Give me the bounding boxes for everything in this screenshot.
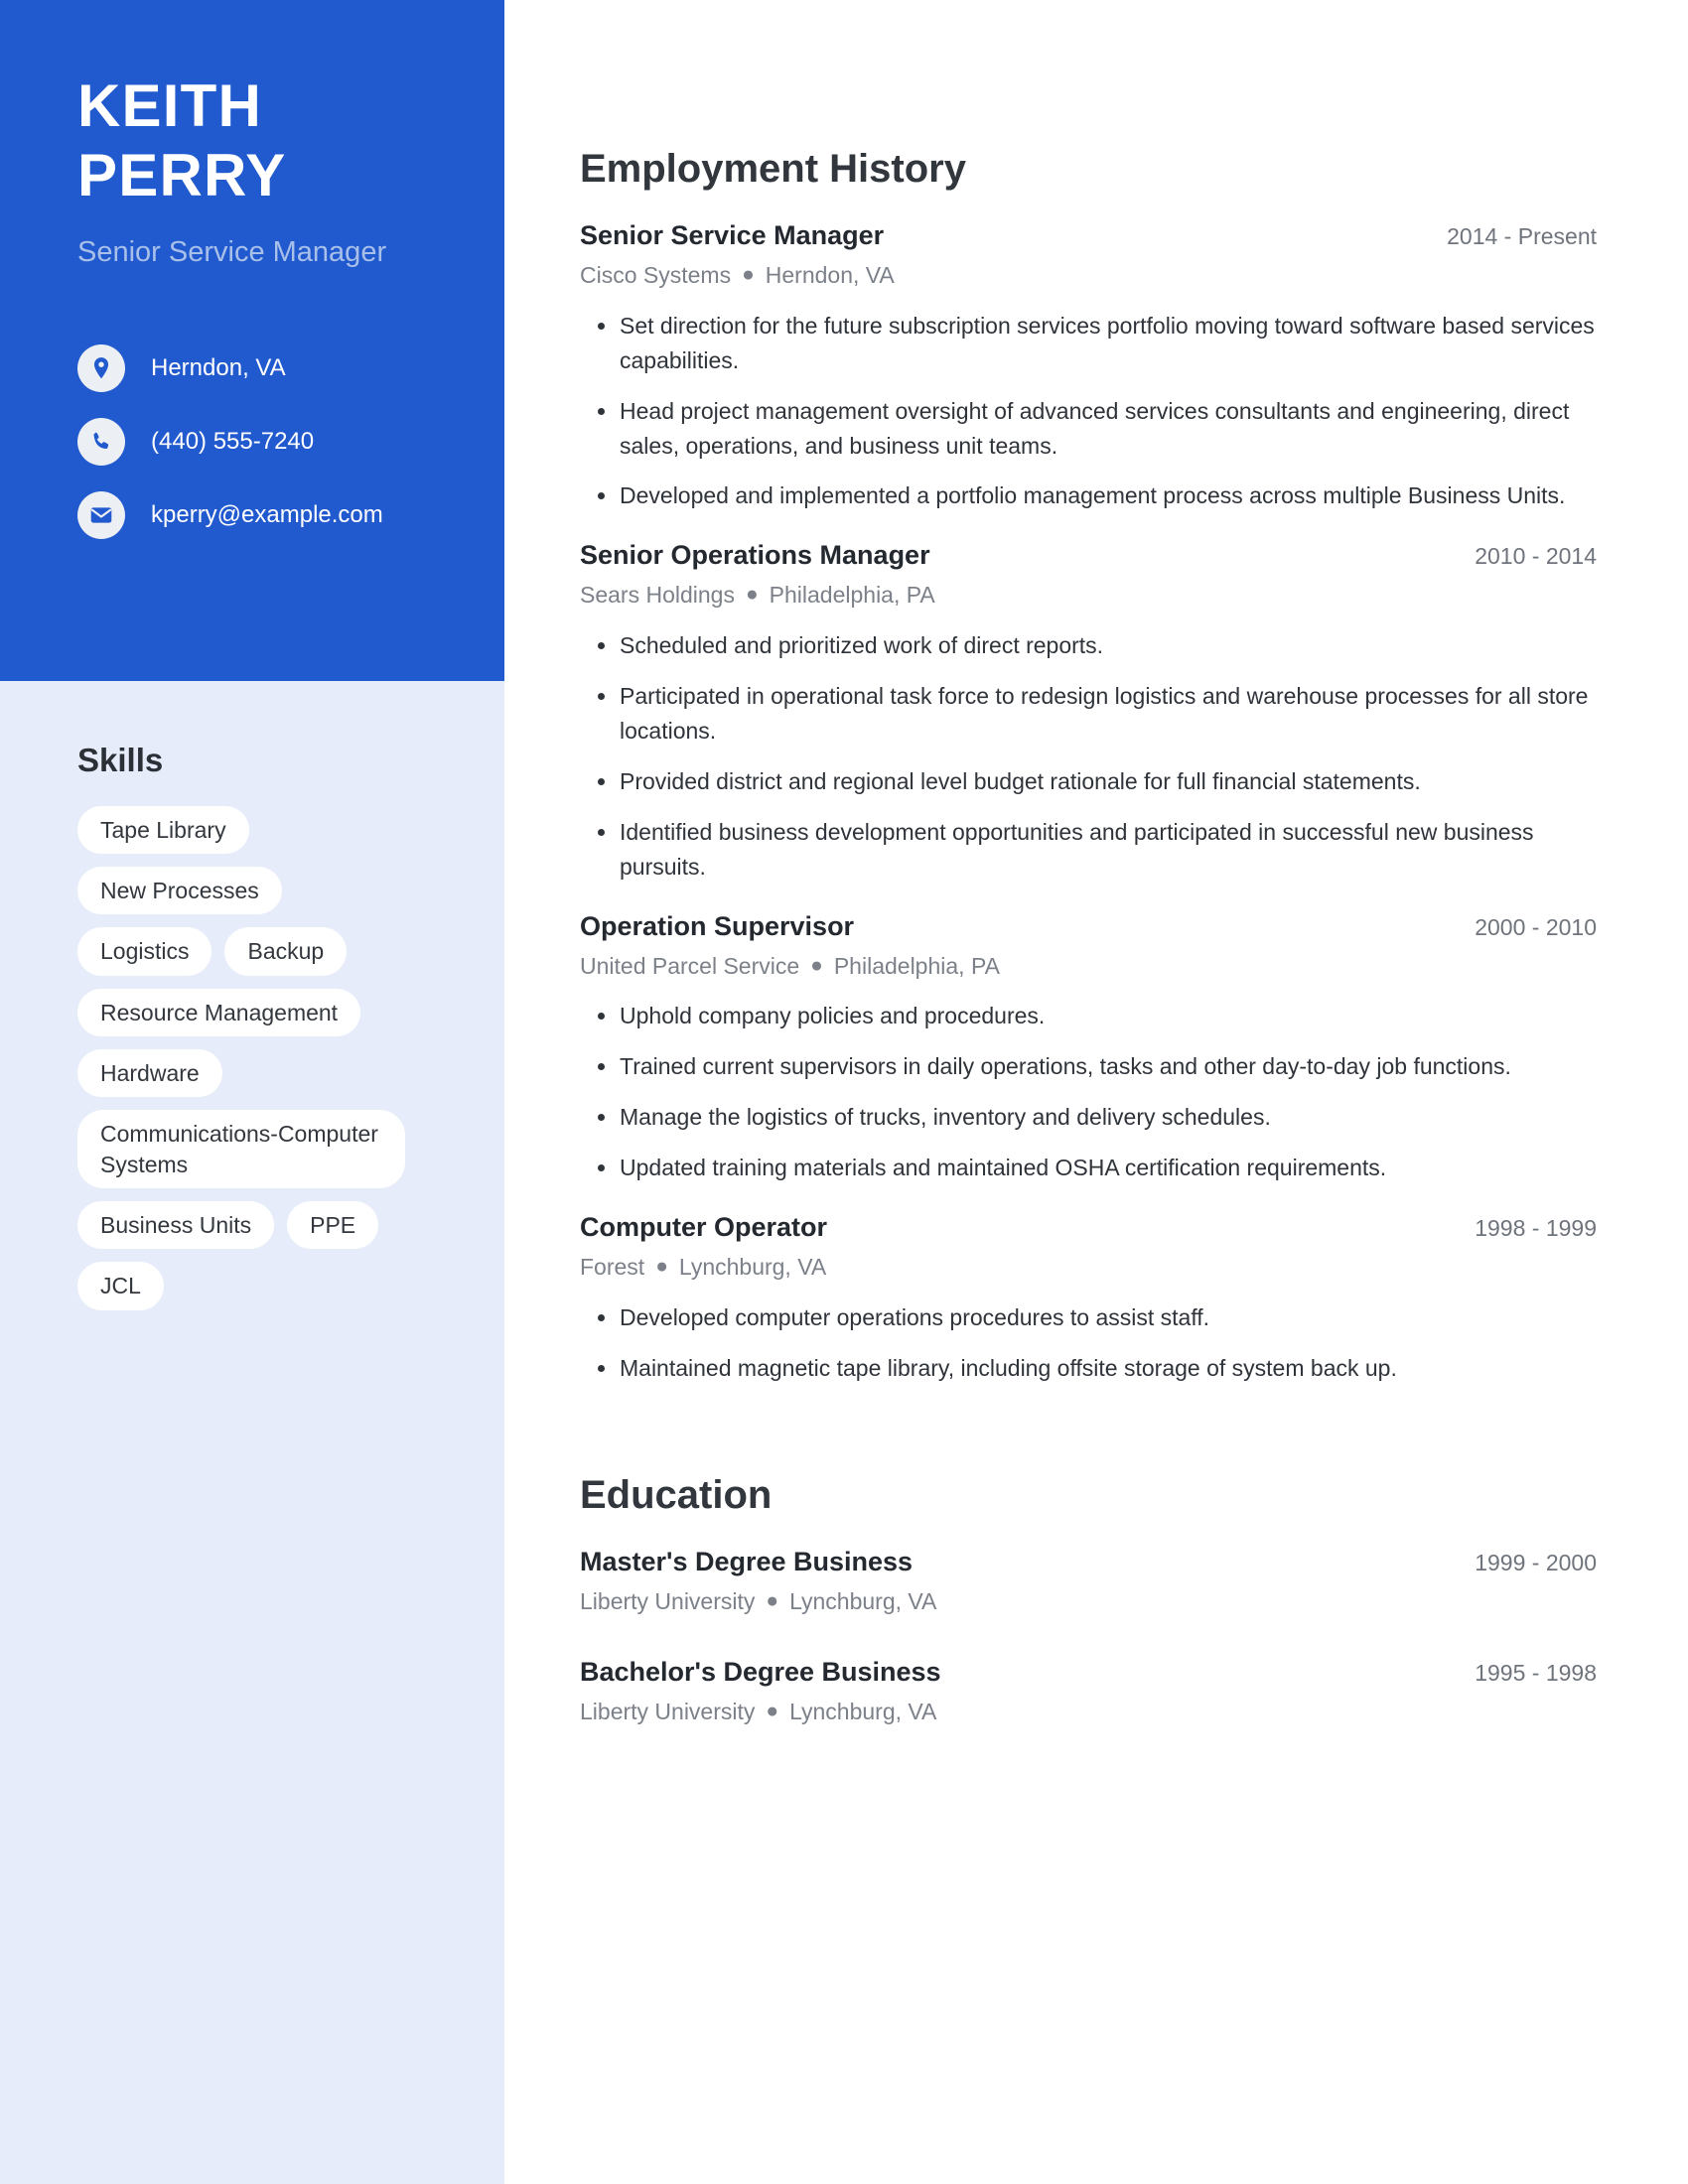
job-company: United Parcel Service: [580, 952, 800, 979]
job-bullet: Developed and implemented a portfolio ma…: [580, 478, 1597, 513]
main-content: Employment History Senior Service Manage…: [580, 0, 1597, 1767]
employment-history-heading: Employment History: [580, 147, 966, 191]
bullet-separator-icon: ●: [766, 1588, 779, 1612]
job-bullet-list: Set direction for the future subscriptio…: [580, 309, 1597, 514]
job-bullet-list: Developed computer operations procedures…: [580, 1300, 1597, 1386]
education-heading: Education: [580, 1472, 773, 1517]
education-location: Lynchburg, VA: [789, 1699, 937, 1725]
sidebar-header: KEITH PERRY Senior Service Manager Hernd…: [0, 0, 504, 681]
candidate-job-title: Senior Service Manager: [77, 236, 387, 269]
skill-tag: Business Units: [77, 1201, 275, 1250]
job-location: Philadelphia, PA: [833, 952, 1000, 979]
contact-phone-value: (440) 555-7240: [151, 427, 315, 455]
education-entry: Bachelor's Degree Business 1995 - 1998 L…: [580, 1656, 1597, 1727]
education-dates: 1999 - 2000: [1475, 1549, 1597, 1575]
education-entry-header: Bachelor's Degree Business 1995 - 1998: [580, 1656, 1597, 1690]
education-degree: Master's Degree Business: [580, 1546, 914, 1576]
education-meta: Liberty University ● Lynchburg, VA: [580, 1587, 1597, 1617]
skill-tag: Backup: [224, 927, 348, 976]
bullet-separator-icon: ●: [742, 262, 755, 286]
skill-tag: Tape Library: [77, 805, 249, 854]
job-bullet: Provided district and regional level bud…: [580, 764, 1597, 799]
job-dates: 2014 - Present: [1447, 223, 1597, 249]
job-bullet: Identified business development opportun…: [580, 815, 1597, 885]
skills-heading: Skills: [77, 742, 164, 778]
job-meta: Cisco Systems ● Herndon, VA: [580, 261, 1597, 291]
job-company: Sears Holdings: [580, 582, 735, 609]
envelope-icon: [77, 490, 125, 539]
job-meta: Forest ● Lynchburg, VA: [580, 1253, 1597, 1283]
job-dates: 2000 - 2010: [1475, 913, 1597, 940]
skill-tag: JCL: [77, 1262, 164, 1310]
job-role: Senior Operations Manager: [580, 540, 930, 571]
education-school: Liberty University: [580, 1587, 756, 1614]
employment-entry: Operation Supervisor 2000 - 2010 United …: [580, 910, 1597, 1185]
job-bullet-list: Scheduled and prioritized work of direct…: [580, 628, 1597, 885]
job-location: Lynchburg, VA: [678, 1253, 827, 1280]
education-location: Lynchburg, VA: [789, 1587, 937, 1614]
skill-tag: Hardware: [77, 1049, 222, 1098]
candidate-name: KEITH PERRY: [77, 71, 445, 209]
skill-tag: Logistics: [77, 927, 212, 976]
last-name: PERRY: [77, 141, 287, 208]
education-school: Liberty University: [580, 1699, 756, 1725]
job-meta: United Parcel Service ● Philadelphia, PA: [580, 952, 1597, 982]
employment-entry-header: Operation Supervisor 2000 - 2010: [580, 910, 1597, 944]
contact-row-email: kperry@example.com: [77, 478, 445, 552]
job-bullet: Uphold company policies and procedures.: [580, 999, 1597, 1033]
contact-row-phone: (440) 555-7240: [77, 405, 445, 478]
education-degree: Bachelor's Degree Business: [580, 1657, 941, 1688]
employment-entry: Senior Service Manager 2014 - Present Ci…: [580, 219, 1597, 513]
skill-tag: Resource Management: [77, 988, 361, 1037]
job-bullet: Maintained magnetic tape library, includ…: [580, 1351, 1597, 1386]
skill-tag-list: Tape Library New Processes Logistics Bac…: [77, 805, 405, 1310]
job-location: Philadelphia, PA: [769, 582, 935, 609]
job-role: Operation Supervisor: [580, 910, 855, 941]
job-meta: Sears Holdings ● Philadelphia, PA: [580, 581, 1597, 611]
resume-page: KEITH PERRY Senior Service Manager Hernd…: [0, 0, 1688, 2184]
job-bullet: Participated in operational task force t…: [580, 679, 1597, 749]
education-meta: Liberty University ● Lynchburg, VA: [580, 1698, 1597, 1727]
employment-entry: Senior Operations Manager 2010 - 2014 Se…: [580, 539, 1597, 884]
skills-section: Skills Tape Library New Processes Logist…: [0, 681, 504, 1310]
contact-list: Herndon, VA (440) 555-7240 kperry@exampl…: [77, 332, 445, 552]
job-bullet: Trained current supervisors in daily ope…: [580, 1049, 1597, 1084]
job-dates: 2010 - 2014: [1475, 543, 1597, 570]
job-company: Forest: [580, 1253, 645, 1280]
job-role: Computer Operator: [580, 1212, 828, 1243]
employment-entry-header: Senior Operations Manager 2010 - 2014: [580, 539, 1597, 573]
phone-icon: [77, 417, 125, 466]
employment-entry: Computer Operator 1998 - 1999 Forest ● Lyn…: [580, 1211, 1597, 1386]
bullet-separator-icon: ●: [810, 953, 823, 977]
job-bullet: Manage the logistics of trucks, inventor…: [580, 1100, 1597, 1135]
contact-email-value: kperry@example.com: [151, 500, 383, 528]
employment-entry-header: Computer Operator 1998 - 1999: [580, 1211, 1597, 1245]
bullet-separator-icon: ●: [745, 583, 759, 607]
job-bullet: Head project management oversight of adv…: [580, 394, 1597, 464]
job-bullet: Scheduled and prioritized work of direct…: [580, 628, 1597, 663]
education-dates: 1995 - 1998: [1475, 1660, 1597, 1687]
location-pin-icon: [77, 343, 125, 392]
job-bullet: Updated training materials and maintaine…: [580, 1151, 1597, 1185]
sidebar: KEITH PERRY Senior Service Manager Hernd…: [0, 0, 504, 2184]
job-dates: 1998 - 1999: [1475, 1215, 1597, 1242]
contact-row-location: Herndon, VA: [77, 332, 445, 405]
job-bullet-list: Uphold company policies and procedures. …: [580, 999, 1597, 1185]
first-name: KEITH: [77, 72, 262, 139]
job-bullet: Set direction for the future subscriptio…: [580, 309, 1597, 378]
skill-tag: PPE: [287, 1201, 379, 1250]
contact-location-value: Herndon, VA: [151, 353, 286, 381]
job-company: Cisco Systems: [580, 261, 732, 288]
job-role: Senior Service Manager: [580, 220, 885, 250]
education-entry-header: Master's Degree Business 1999 - 2000: [580, 1546, 1597, 1579]
job-location: Herndon, VA: [765, 261, 895, 288]
bullet-separator-icon: ●: [766, 1700, 779, 1723]
employment-entry-header: Senior Service Manager 2014 - Present: [580, 219, 1597, 253]
skill-tag: New Processes: [77, 866, 282, 915]
education-entry: Master's Degree Business 1999 - 2000 Lib…: [580, 1546, 1597, 1617]
skill-tag: Communications-Computer Systems: [77, 1110, 405, 1189]
bullet-separator-icon: ●: [655, 1254, 668, 1278]
job-bullet: Developed computer operations procedures…: [580, 1300, 1597, 1335]
